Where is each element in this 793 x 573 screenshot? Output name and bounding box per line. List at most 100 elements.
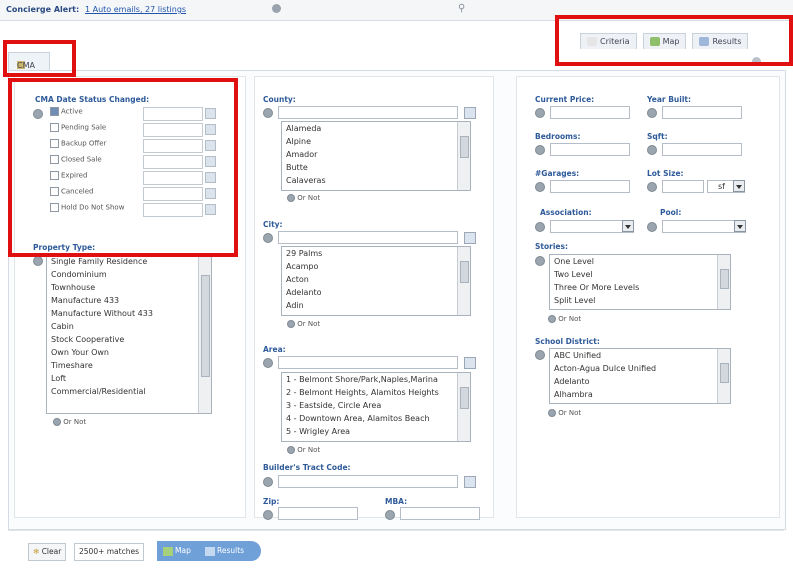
list-item[interactable]: Adelanto xyxy=(550,375,730,388)
builder-input[interactable] xyxy=(278,475,458,488)
scrollbar[interactable] xyxy=(717,349,730,403)
county-input[interactable] xyxy=(278,106,458,119)
list-item[interactable]: Stock Cooperative xyxy=(47,333,211,346)
list-item[interactable]: Calaveras xyxy=(282,174,470,187)
map-button[interactable]: Map xyxy=(163,541,191,561)
school-ornot[interactable]: Or Not xyxy=(548,409,581,417)
bedrooms-radio[interactable] xyxy=(535,145,545,155)
zip-input[interactable] xyxy=(278,507,358,520)
lot-size-input[interactable] xyxy=(662,180,704,193)
scrollbar[interactable] xyxy=(198,255,211,413)
current-price-title: Current Price: xyxy=(535,95,595,104)
list-item[interactable]: Manufacture 433 xyxy=(47,294,211,307)
garages-input[interactable] xyxy=(550,180,630,193)
association-select[interactable] xyxy=(550,220,634,233)
year-built-radio[interactable] xyxy=(647,108,657,118)
year-built-input[interactable] xyxy=(662,106,742,119)
list-item[interactable]: 29 Palms xyxy=(282,247,470,260)
city-radio[interactable] xyxy=(263,233,273,243)
list-item[interactable]: Condominium xyxy=(47,268,211,281)
stories-title: Stories: xyxy=(535,242,568,251)
lookup-icon[interactable] xyxy=(464,476,476,488)
scrollbar[interactable] xyxy=(457,122,470,190)
list-item[interactable]: Adin xyxy=(282,299,470,312)
lookup-icon[interactable] xyxy=(464,107,476,119)
zip-radio[interactable] xyxy=(263,510,273,520)
list-item[interactable]: 3 - Eastside, Circle Area xyxy=(282,399,470,412)
area-list[interactable]: 1 - Belmont Shore/Park,Naples,Marina 2 -… xyxy=(281,372,471,442)
city-input[interactable] xyxy=(278,231,458,244)
list-item[interactable]: Acampo xyxy=(282,260,470,273)
sqft-radio[interactable] xyxy=(647,145,657,155)
lot-unit-select[interactable]: sf xyxy=(707,180,745,193)
list-item[interactable]: Cabin xyxy=(47,320,211,333)
list-item[interactable]: Three Or More Levels xyxy=(550,281,730,294)
county-list[interactable]: Alameda Alpine Amador Butte Calaveras xyxy=(281,121,471,191)
gear-icon[interactable] xyxy=(272,4,281,13)
county-title: County: xyxy=(263,95,296,104)
list-item[interactable]: Adelanto xyxy=(282,286,470,299)
pool-radio[interactable] xyxy=(647,222,657,232)
lot-size-radio[interactable] xyxy=(647,182,657,192)
scrollbar[interactable] xyxy=(457,247,470,315)
list-item[interactable]: Timeshare xyxy=(47,359,211,372)
city-list[interactable]: 29 Palms Acampo Acton Adelanto Adin xyxy=(281,246,471,316)
list-item[interactable]: Manufacture Without 433 xyxy=(47,307,211,320)
list-item[interactable]: Split Level xyxy=(550,294,730,307)
list-item[interactable]: 4 - Downtown Area, Alamitos Beach xyxy=(282,412,470,425)
list-item[interactable]: Acton-Agua Dulce Unified xyxy=(550,362,730,375)
stories-list[interactable]: One Level Two Level Three Or More Levels… xyxy=(549,254,731,310)
builder-radio[interactable] xyxy=(263,477,273,487)
county-ornot[interactable]: Or Not xyxy=(287,194,320,202)
property-type-list[interactable]: Single Family Residence Condominium Town… xyxy=(46,254,212,414)
garages-radio[interactable] xyxy=(535,182,545,192)
list-item[interactable]: 1 - Belmont Shore/Park,Naples,Marina xyxy=(282,373,470,386)
scrollbar[interactable] xyxy=(717,255,730,309)
pool-select[interactable] xyxy=(662,220,746,233)
list-item[interactable]: 5 - Wrigley Area xyxy=(282,425,470,438)
search-icon[interactable]: ⚲ xyxy=(458,3,465,14)
lookup-icon[interactable] xyxy=(464,232,476,244)
stories-ornot[interactable]: Or Not xyxy=(548,315,581,323)
list-item[interactable]: Townhouse xyxy=(47,281,211,294)
concierge-link[interactable]: 1 Auto emails, 27 listings xyxy=(85,5,186,14)
mba-radio[interactable] xyxy=(385,510,395,520)
area-ornot[interactable]: Or Not xyxy=(287,446,320,454)
ornot-label: Or Not xyxy=(63,418,87,426)
list-item[interactable]: Alpine xyxy=(282,135,470,148)
current-price-radio[interactable] xyxy=(535,108,545,118)
results-icon xyxy=(205,546,215,556)
results-button[interactable]: Results xyxy=(205,541,244,561)
property-type-ornot[interactable]: Or Not xyxy=(53,418,86,426)
clear-button[interactable]: ❄ Clear xyxy=(28,543,67,561)
list-item[interactable]: Own Your Own xyxy=(47,346,211,359)
sqft-input[interactable] xyxy=(662,143,742,156)
list-item[interactable]: Loft xyxy=(47,372,211,385)
current-price-input[interactable] xyxy=(550,106,630,119)
list-item[interactable]: Commercial/Residential xyxy=(47,385,211,398)
results-label: Results xyxy=(217,546,245,555)
stories-radio[interactable] xyxy=(535,256,545,266)
mba-input[interactable] xyxy=(400,507,480,520)
scrollbar[interactable] xyxy=(457,373,470,441)
association-radio[interactable] xyxy=(535,222,545,232)
list-item[interactable]: Butte xyxy=(282,161,470,174)
area-radio[interactable] xyxy=(263,358,273,368)
list-item[interactable]: Alhambra xyxy=(550,388,730,401)
list-item[interactable]: Amador xyxy=(282,148,470,161)
lookup-icon[interactable] xyxy=(464,357,476,369)
bedrooms-input[interactable] xyxy=(550,143,630,156)
list-item[interactable]: Two Level xyxy=(550,268,730,281)
county-radio[interactable] xyxy=(263,108,273,118)
list-item[interactable]: One Level xyxy=(550,255,730,268)
list-item[interactable]: Alameda xyxy=(282,122,470,135)
area-input[interactable] xyxy=(278,356,458,369)
list-item[interactable]: ABC Unified xyxy=(550,349,730,362)
school-list[interactable]: ABC Unified Acton-Agua Dulce Unified Ade… xyxy=(549,348,731,404)
city-ornot[interactable]: Or Not xyxy=(287,320,320,328)
list-item[interactable]: Acton xyxy=(282,273,470,286)
property-type-radio[interactable] xyxy=(33,256,43,266)
list-item[interactable]: 2 - Belmont Heights, Alamitos Heights xyxy=(282,386,470,399)
school-radio[interactable] xyxy=(535,350,545,360)
association-title: Association: xyxy=(540,208,592,217)
